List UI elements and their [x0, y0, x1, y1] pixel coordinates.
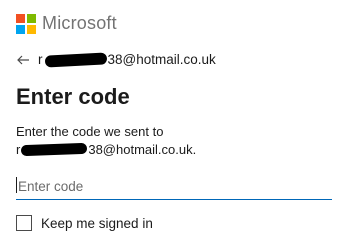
logo-square-green	[27, 13, 36, 23]
microsoft-logo-icon	[16, 13, 36, 34]
instruction-text: Enter the code we sent to r 38@hotmail.co…	[16, 123, 196, 159]
logo-square-blue	[16, 24, 25, 34]
account-identity: r 38@hotmail.co.uk	[16, 51, 216, 68]
microsoft-logo: Microsoft	[16, 13, 117, 34]
redaction-mark	[44, 51, 107, 68]
identity-email-suffix: 38@hotmail.co.uk	[107, 52, 216, 67]
keep-signed-in-label: Keep me signed in	[41, 215, 153, 231]
redaction-mark	[21, 142, 88, 157]
code-input[interactable]	[16, 174, 332, 200]
text-caret	[16, 177, 17, 193]
logo-square-red	[16, 13, 25, 23]
back-arrow-icon[interactable]	[16, 53, 30, 67]
instruction-email-prefix: r	[16, 142, 21, 157]
instruction-line: Enter the code we sent to	[16, 124, 164, 139]
brand-name: Microsoft	[42, 13, 117, 33]
logo-square-yellow	[27, 24, 36, 34]
identity-email-prefix: r	[38, 52, 43, 67]
instruction-email: r 38@hotmail.co.uk.	[16, 141, 196, 159]
instruction-email-suffix: 38@hotmail.co.uk.	[88, 142, 197, 157]
page-title: Enter code	[16, 84, 130, 109]
keep-signed-in-checkbox[interactable]	[16, 215, 32, 231]
keep-signed-in[interactable]: Keep me signed in	[16, 215, 153, 231]
